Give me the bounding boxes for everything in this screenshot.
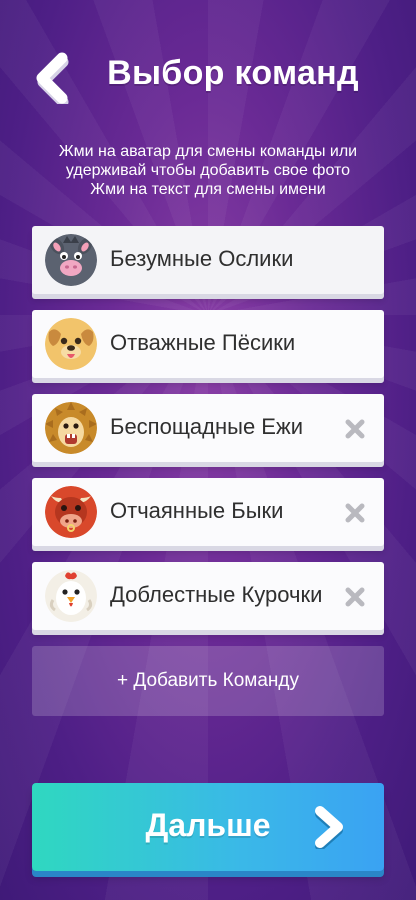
dog-icon	[45, 318, 97, 370]
add-team-label: + Добавить Команду	[117, 670, 299, 691]
page-title: Выбор команд	[107, 54, 359, 92]
close-icon	[345, 503, 365, 523]
instructions-text: Жми на аватар для смены команды или удер…	[40, 142, 376, 199]
team-list: Безумные Ослики Отважные Пёсики Беспощад…	[32, 226, 384, 646]
team-row[interactable]: Отважные Пёсики	[32, 310, 384, 378]
team-row[interactable]: Беспощадные Ежи	[32, 394, 384, 462]
chevron-left-icon	[36, 52, 69, 108]
team-name[interactable]: Безумные Ослики	[110, 246, 293, 272]
team-name[interactable]: Отчаянные Быки	[110, 498, 283, 524]
hedgehog-icon	[45, 402, 97, 454]
chicken-avatar[interactable]	[45, 570, 97, 622]
remove-team-button[interactable]	[344, 586, 366, 608]
team-row[interactable]: Безумные Ослики	[32, 226, 384, 294]
remove-team-button[interactable]	[344, 502, 366, 524]
team-name[interactable]: Отважные Пёсики	[110, 330, 295, 356]
add-team-button[interactable]: + Добавить Команду	[32, 646, 384, 716]
next-button[interactable]: Дальше	[32, 783, 384, 871]
team-row[interactable]: Доблестные Курочки	[32, 562, 384, 630]
hint-line-3: Жми на текст для смены имени	[90, 181, 326, 198]
chicken-icon	[45, 570, 97, 622]
hint-line-1: Жми на аватар для смены команды или	[58, 143, 358, 160]
team-name[interactable]: Беспощадные Ежи	[110, 414, 303, 440]
close-icon	[345, 587, 365, 607]
bull-avatar[interactable]	[45, 486, 97, 538]
chevron-right-icon	[315, 806, 343, 849]
donkey-avatar[interactable]	[45, 234, 97, 286]
back-button[interactable]	[32, 52, 72, 108]
team-name[interactable]: Доблестные Курочки	[110, 582, 322, 608]
hint-line-2: удерживай чтобы добавить свое фото	[65, 162, 351, 179]
bull-icon	[45, 486, 97, 538]
team-row[interactable]: Отчаянные Быки	[32, 478, 384, 546]
dog-avatar[interactable]	[45, 318, 97, 370]
remove-team-button[interactable]	[344, 418, 366, 440]
hedgehog-avatar[interactable]	[45, 402, 97, 454]
donkey-icon	[45, 234, 97, 286]
close-icon	[345, 419, 365, 439]
